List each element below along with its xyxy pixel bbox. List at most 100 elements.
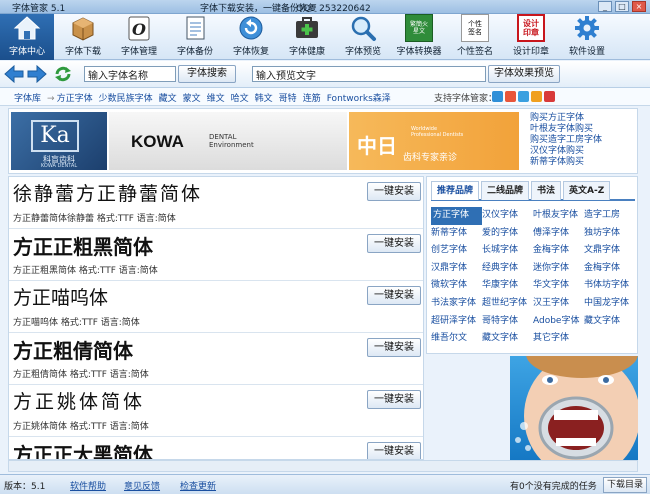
brand-link[interactable]: 创艺字体 — [431, 242, 482, 260]
font-name-input[interactable] — [84, 66, 176, 82]
brand-link[interactable]: 叶根友字体 — [533, 207, 584, 225]
install-button[interactable]: 一键安装 — [367, 442, 421, 459]
banner-link[interactable]: 购买方正字体 — [530, 113, 602, 124]
kowa-ad-panel[interactable]: 中日 Worldwide Professional Dentists 齿科专家亲… — [349, 112, 519, 170]
forward-arrow-icon[interactable] — [27, 64, 47, 84]
tool-signature[interactable]: 个性签名 个性签名 — [448, 14, 502, 60]
category-link[interactable]: 哥特 — [279, 94, 297, 104]
download-dir-button[interactable]: 下载目录 — [603, 477, 647, 493]
category-link[interactable]: 韩文 — [255, 94, 273, 104]
tool-settings[interactable]: 软件设置 — [560, 14, 614, 60]
tool-font-center[interactable]: 字体中心 — [0, 14, 54, 60]
banner-link[interactable]: 购买造字工房字体 — [530, 135, 602, 146]
category-link[interactable]: 字体库 — [14, 94, 41, 104]
banner-link[interactable]: 叶根友字体购买 — [530, 124, 602, 135]
tab-english[interactable]: 英文A-Z — [563, 181, 611, 200]
dental-ad-photo[interactable] — [510, 356, 638, 460]
category-link[interactable]: 蒙文 — [183, 94, 201, 104]
banner-link[interactable]: 新蒂字体购买 — [530, 157, 602, 168]
category-link[interactable]: 少数民族字体 — [99, 94, 153, 104]
brand-link[interactable]: 其它字体 — [533, 330, 584, 348]
brand-link[interactable]: 文鼎字体 — [584, 242, 635, 260]
brand-link[interactable]: 方正字体 — [431, 207, 482, 225]
font-preview: 方正喵呜体 — [13, 287, 109, 309]
font-preview-button[interactable]: 字体效果预览 — [488, 65, 560, 83]
brand-link[interactable]: 书法家字体 — [431, 295, 482, 313]
share-zone-icon[interactable] — [531, 91, 542, 102]
brand-link[interactable]: 汉仪字体 — [482, 207, 533, 225]
minimize-button[interactable]: _ — [598, 1, 612, 12]
install-button[interactable]: 一键安装 — [367, 182, 421, 201]
brand-panel: 推荐品牌 二线品牌 书法 英文A-Z 方正字体 汉仪字体 叶根友字体 造字工房 … — [426, 176, 638, 354]
tool-font-preview[interactable]: 字体预览 — [336, 14, 390, 60]
kowa-banner-middle[interactable]: KOWA DENTAL Environment — [109, 112, 347, 170]
category-link[interactable]: 藏文 — [159, 94, 177, 104]
brand-link[interactable]: 独坊字体 — [584, 225, 635, 243]
category-link[interactable]: 方正字体 — [57, 94, 93, 104]
brand-link[interactable]: 藏文字体 — [482, 330, 533, 348]
tool-label: 字体中心 — [8, 47, 45, 57]
brand-link[interactable]: Adobe字体 — [533, 313, 584, 331]
brand-link[interactable]: 造字工房 — [584, 207, 635, 225]
maximize-button[interactable]: □ — [615, 1, 629, 12]
category-link[interactable]: Fontworks森泽 — [327, 94, 391, 104]
brand-link[interactable]: 华文字体 — [533, 277, 584, 295]
brand-link[interactable]: 微软字体 — [431, 277, 482, 295]
tab-calligraphy[interactable]: 书法 — [531, 181, 562, 200]
brand-link[interactable]: 哥特字体 — [482, 313, 533, 331]
box-icon — [69, 14, 97, 42]
tool-design-seal[interactable]: 设计印章 设计印章 — [504, 14, 558, 60]
brand-link[interactable]: 金梅字体 — [533, 242, 584, 260]
category-link[interactable]: 维文 — [207, 94, 225, 104]
preview-text-input[interactable] — [252, 66, 486, 82]
install-button[interactable]: 一键安装 — [367, 338, 421, 357]
brand-link[interactable]: 藏文字体 — [584, 313, 635, 331]
brand-link[interactable]: 迷你字体 — [533, 260, 584, 278]
category-link[interactable]: 哈文 — [231, 94, 249, 104]
tool-font-manage[interactable]: O 字体管理 — [112, 14, 166, 60]
tab-recommended[interactable]: 推荐品牌 — [431, 181, 480, 200]
brand-link[interactable]: 超世纪字体 — [482, 295, 533, 313]
brand-link[interactable]: 超研泽字体 — [431, 313, 482, 331]
tool-font-download[interactable]: 字体下载 — [56, 14, 110, 60]
brand-link[interactable]: 汉鼎字体 — [431, 260, 482, 278]
brand-link[interactable]: 傅泽字体 — [533, 225, 584, 243]
tool-font-restore[interactable]: 字体恢复 — [224, 14, 278, 60]
brand-link[interactable]: 中国龙字体 — [584, 295, 635, 313]
share-weibo-icon[interactable] — [505, 91, 516, 102]
feedback-link[interactable]: 意见反馈 — [124, 479, 160, 492]
install-button[interactable]: 一键安装 — [367, 286, 421, 305]
brand-link[interactable]: 长城字体 — [482, 242, 533, 260]
font-search-button[interactable]: 字体搜索 — [178, 65, 236, 83]
tool-font-backup[interactable]: 字体备份 — [168, 14, 222, 60]
brand-link[interactable]: 华康字体 — [482, 277, 533, 295]
brand-link[interactable]: 维吾尔文 — [431, 330, 482, 348]
brand-link[interactable]: 书体坊字体 — [584, 277, 635, 295]
kowa-logo[interactable]: Ka 科盲齿科 KOWA DENTAL — [11, 112, 107, 170]
share-icons — [492, 91, 555, 102]
horizontal-scrollbar[interactable] — [8, 460, 638, 472]
tool-font-converter[interactable]: 繁簡火星文 字体转换器 — [392, 14, 446, 60]
brand-link[interactable]: 经典字体 — [482, 260, 533, 278]
tool-font-health[interactable]: 字体健康 — [280, 14, 334, 60]
close-button[interactable]: × — [632, 1, 646, 12]
brand-link[interactable]: 汉王字体 — [533, 295, 584, 313]
share-tencent-icon[interactable] — [518, 91, 529, 102]
share-renren-icon[interactable] — [544, 91, 555, 102]
brand-link[interactable]: 新蒂字体 — [431, 225, 482, 243]
help-link[interactable]: 软件帮助 — [70, 479, 106, 492]
install-button[interactable]: 一键安装 — [367, 234, 421, 253]
back-arrow-icon[interactable] — [4, 64, 24, 84]
share-qq-icon[interactable] — [492, 91, 503, 102]
install-button[interactable]: 一键安装 — [367, 390, 421, 409]
banner-link[interactable]: 汉仪字体购买 — [530, 146, 602, 157]
update-link[interactable]: 检查更新 — [180, 479, 216, 492]
brand-link[interactable]: 金梅字体 — [584, 260, 635, 278]
font-preview: 方正粗倩简体 — [13, 339, 133, 363]
font-list-item: 徐静蕾方正静蕾简体 方正静蕾简体徐静蕾 格式:TTF 语言:简体 一键安装 — [9, 177, 423, 229]
refresh-icon[interactable] — [53, 65, 73, 83]
brand-link[interactable]: 爱的字体 — [482, 225, 533, 243]
tab-second-tier[interactable]: 二线品牌 — [481, 181, 530, 200]
tool-label: 字体备份 — [176, 47, 213, 57]
category-link[interactable]: 连筋 — [303, 94, 321, 104]
